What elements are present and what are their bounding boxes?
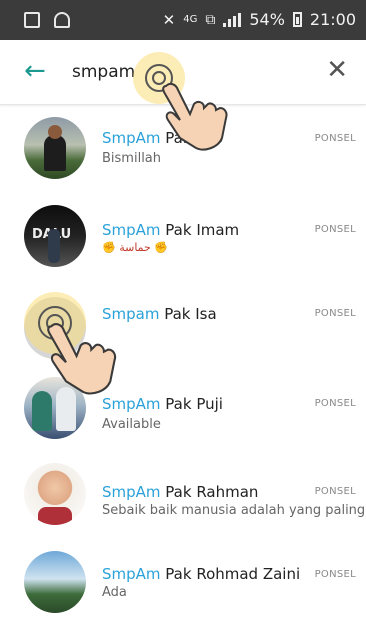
contact-row[interactable]: SmpAm Pak Rohmad Zaini Ada PONSEL	[0, 549, 366, 637]
avatar	[24, 117, 86, 179]
avatar	[24, 463, 86, 525]
contact-name: SmpAm Pak Rahman	[102, 483, 259, 501]
contact-status: Bismillah	[102, 151, 162, 166]
contact-status: Available	[102, 417, 161, 432]
contact-name: SmpAm Pak Puji	[102, 395, 223, 413]
hand-pointer-icon	[162, 82, 228, 151]
phone-type-label: PONSEL	[314, 308, 356, 319]
phone-type-label: PONSEL	[314, 398, 356, 409]
phone-type-label: PONSEL	[314, 133, 356, 144]
signal-icon	[223, 12, 242, 27]
clock: 21:00	[309, 10, 356, 29]
wifi-icon	[54, 12, 70, 28]
avatar	[24, 551, 86, 613]
network-type-label: 4G	[183, 13, 198, 25]
contact-row[interactable]: SmpAm Pak Rahman Sebaik baik manusia ada…	[0, 461, 366, 549]
contact-name: SmpAm Pak Imam	[102, 221, 240, 239]
contact-status: ✊ حماسة ✊	[102, 241, 169, 254]
search-input[interactable]: smpam	[72, 62, 135, 82]
mute-icon: ✕	[162, 10, 176, 29]
battery-icon	[292, 12, 302, 27]
contact-status: Sebaik baik manusia adalah yang paling..…	[102, 503, 366, 518]
avatar: DALU	[24, 205, 86, 267]
gallery-icon	[24, 12, 40, 28]
contact-name: SmpAm Pak Rohmad Zaini	[102, 565, 301, 583]
phone-type-label: PONSEL	[314, 569, 356, 580]
hand-pointer-icon	[47, 323, 117, 395]
phone-type-label: PONSEL	[314, 224, 356, 235]
close-icon[interactable]: ✕	[326, 57, 348, 83]
status-bar: ✕ 4G ⧉ 54% 21:00	[0, 0, 366, 40]
back-arrow-icon[interactable]: ←	[24, 58, 46, 84]
contact-status: Ada	[102, 585, 127, 600]
sync-icon: ⧉	[205, 11, 216, 28]
phone-type-label: PONSEL	[314, 486, 356, 497]
battery-percent: 54%	[249, 10, 285, 29]
contact-row[interactable]: DALU SmpAm Pak Imam ✊ حماسة ✊ PONSEL	[0, 197, 366, 285]
